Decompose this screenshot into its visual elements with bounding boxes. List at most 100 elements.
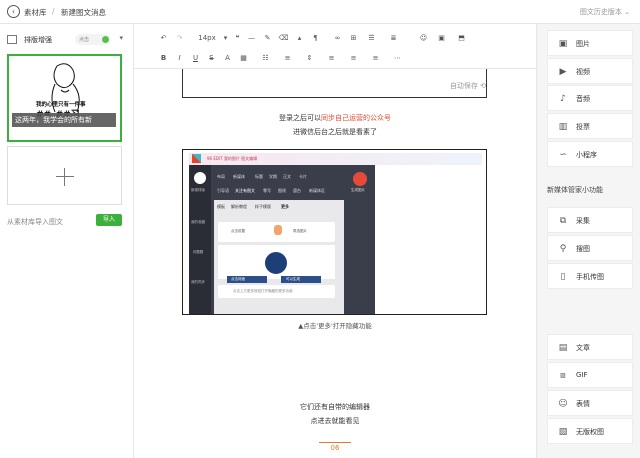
chevron-down-icon[interactable]: ▾: [119, 34, 123, 42]
background-color-icon[interactable]: ▦: [238, 54, 249, 62]
clear-format-icon[interactable]: ⌫: [278, 34, 289, 42]
shot-nav: 解析教程: [231, 204, 247, 209]
article-card[interactable]: 我的心里只有一件事 ##_##习 这两年，我学会的所有新: [7, 54, 122, 142]
align-center-icon[interactable]: ≡: [326, 54, 337, 62]
shot-nav: 零号: [263, 188, 271, 193]
align-right-icon[interactable]: ≡: [348, 54, 359, 62]
breadcrumb-root[interactable]: 素材库: [24, 7, 47, 18]
card-right-text: 再选图片: [293, 229, 307, 233]
align-icon[interactable]: ☰: [366, 34, 377, 42]
export-icon[interactable]: ⬒: [456, 34, 467, 42]
layout-enhance-label: 排版增强: [24, 36, 52, 44]
insert-label: 投票: [576, 123, 590, 131]
tool-label: GIF: [576, 371, 588, 379]
free-image-button[interactable]: ▧ 无版权图: [547, 418, 633, 444]
gif-tool-button[interactable]: ▨ GIF: [547, 362, 633, 388]
strikethrough-icon[interactable]: S: [206, 54, 217, 62]
line-height-icon[interactable]: ≡: [282, 54, 293, 62]
table-icon[interactable]: ⊞: [348, 34, 359, 42]
font-color-icon[interactable]: A: [222, 54, 233, 62]
undo-icon[interactable]: ↶: [158, 34, 169, 42]
back-arrow-icon[interactable]: ‹: [7, 5, 20, 18]
side-item: 我的同步: [191, 280, 205, 284]
breadcrumb-current: 新建图文消息: [61, 8, 106, 17]
add-article-button[interactable]: [7, 146, 122, 205]
video-icon: ▶: [559, 67, 567, 77]
shot-nav: 标题: [255, 174, 263, 179]
highlight-icon[interactable]: ▴: [294, 34, 305, 42]
editor-canvas[interactable]: 自动保存 ⟲ 登录之后可以同步自己运营的公众号 进微信后台之后就是看素了 96 …: [134, 69, 536, 458]
brand-logo-icon: [192, 154, 201, 163]
side-item: 问题题: [192, 250, 204, 254]
shot-nav: 遵台: [293, 188, 301, 193]
more-icon[interactable]: ⋯: [392, 54, 403, 62]
emoji-tool-button[interactable]: ☺ 表情: [547, 390, 633, 416]
card-title: 这两年，我学会的所有新: [15, 116, 92, 124]
indent-icon[interactable]: ≣: [388, 34, 399, 42]
article-tool-button[interactable]: ▤ 文章: [547, 334, 633, 360]
toggle-knob: [102, 36, 109, 43]
font-size-select[interactable]: 14px: [196, 34, 218, 42]
spacing-icon[interactable]: ⇕: [304, 54, 315, 62]
redo-icon[interactable]: ↷: [174, 34, 185, 42]
shot-nav: 新媒体区: [309, 188, 325, 193]
line1-highlight: 同步自己运营的公众号: [321, 114, 391, 122]
paragraph-icon[interactable]: ¶: [310, 34, 321, 42]
import-button[interactable]: 导入: [96, 214, 122, 226]
embedded-screenshot: 96 EDIT 我的图片 图文编辑 新媒排版 我的收藏 问题题 我的同步 布局 …: [182, 149, 487, 315]
insert-video-button[interactable]: ▶ 视频: [547, 58, 633, 84]
horizontal-rule-icon[interactable]: —: [246, 34, 257, 42]
paragraph-line-2: 进微信后台之后就是看素了: [293, 128, 377, 136]
justify-icon[interactable]: ≡: [370, 54, 381, 62]
emoji-icon[interactable]: ☺: [418, 34, 429, 42]
line1-prefix: 登录之后可以: [279, 114, 321, 122]
insert-audio-button[interactable]: ♪ 音频: [547, 85, 633, 111]
insert-vote-button[interactable]: ▥ 投票: [547, 113, 633, 139]
shot-nav: 新媒体: [233, 174, 245, 179]
breadcrumb-separator: /: [52, 7, 55, 16]
document-icon: ▤: [558, 343, 568, 353]
tool-label: 无版权图: [576, 428, 604, 436]
list-icon[interactable]: ☷: [260, 54, 271, 62]
shot-nav: 布局: [217, 174, 225, 179]
screenshot-header-text: 96 EDIT 我的图片 图文编辑: [207, 156, 258, 161]
card-left-text: 点击前置: [231, 229, 245, 233]
top-bar: ‹ 素材库 / 新建图文消息 图文历史版本 ⌄: [0, 0, 640, 24]
chevron-down-icon[interactable]: ▾: [220, 34, 231, 42]
shot-nav: 正文: [283, 174, 291, 179]
emoji-icon: ☺: [558, 399, 568, 409]
italic-icon[interactable]: I: [174, 54, 185, 62]
quote-icon[interactable]: ❝: [232, 34, 243, 42]
tool-label: 采集: [576, 217, 590, 225]
pointer-hand-icon: [274, 225, 282, 235]
gif-icon: ▨: [560, 372, 566, 379]
shot-nav: 图线: [278, 188, 286, 193]
layout-enhance-row: 排版增强 点击 ▾: [7, 34, 127, 46]
avatar: [353, 172, 367, 186]
image-icon[interactable]: ▣: [436, 34, 447, 42]
tool-label: 搜图: [576, 245, 590, 253]
screenshot-header: 96 EDIT 我的图片 图文编辑: [189, 153, 482, 165]
paragraph-line-3: 它们还有自带的编辑器: [300, 403, 370, 411]
bold-icon[interactable]: B: [158, 54, 169, 62]
phone-upload-button[interactable]: ▯ 手机传图: [547, 263, 633, 289]
underline-icon[interactable]: U: [190, 54, 201, 62]
format-brush-icon[interactable]: ✎: [262, 34, 273, 42]
history-version-link[interactable]: 图文历史版本 ⌄: [580, 7, 630, 17]
enhance-toggle[interactable]: 点击: [75, 34, 111, 45]
card3-text: 点击上方更多按钮打开隐藏的更多功能: [233, 289, 293, 293]
search-image-button[interactable]: ⚲ 搜图: [547, 235, 633, 261]
link-icon[interactable]: ∞: [332, 34, 343, 42]
microphone-icon: ♪: [560, 94, 566, 104]
shot-nav: 卡片: [299, 174, 307, 179]
insert-label: 图片: [576, 40, 590, 48]
user-label: 生成图片: [351, 188, 365, 192]
collect-tool-button[interactable]: ⧉ 采集: [547, 207, 633, 233]
phone-icon: ▯: [560, 272, 566, 282]
insert-image-button[interactable]: ▣ 图片: [547, 30, 633, 56]
previous-block-frame: [182, 69, 487, 98]
paragraph-line-1: 登录之后可以同步自己运营的公众号: [134, 113, 536, 123]
collect-icon: ⧉: [559, 216, 567, 226]
plus-icon-vertical: [64, 168, 66, 186]
insert-mini-program-button[interactable]: ∽ 小程序: [547, 141, 633, 167]
